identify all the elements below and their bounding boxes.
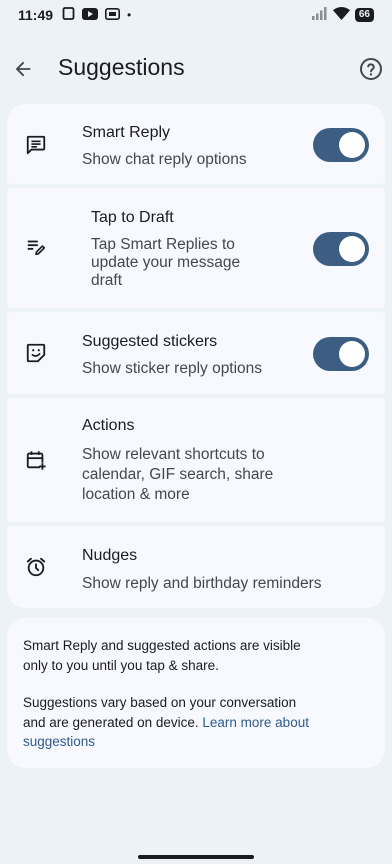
- help-icon: [360, 58, 382, 80]
- smart-reply-subtitle: Show chat reply options: [82, 151, 247, 168]
- alarm-icon: [24, 555, 48, 579]
- toggle-knob: [339, 236, 365, 262]
- nudges-title: Nudges: [82, 547, 138, 564]
- info-p2-line-2: and are generated on device. Learn more …: [23, 713, 373, 733]
- smart-reply-title: Smart Reply: [82, 124, 171, 141]
- learn-more-link[interactable]: Learn more about: [202, 715, 309, 730]
- actions-subtitle-line-2: calendar, GIF search, share: [82, 466, 274, 483]
- sticker-icon: [24, 341, 48, 365]
- gesture-nav-handle[interactable]: [138, 855, 254, 859]
- status-left: 11:49 •: [18, 7, 131, 23]
- actions-title: Actions: [82, 417, 135, 434]
- tap-to-draft-title: Tap to Draft: [91, 209, 174, 226]
- actions-subtitle-line-3: location & more: [82, 486, 190, 503]
- edit-notes-icon: [24, 235, 48, 259]
- back-button[interactable]: [9, 49, 37, 89]
- status-right: 66: [311, 7, 374, 23]
- smart-reply-text: Smart Reply Show chat reply options: [82, 123, 247, 169]
- youtube-notification-icon: [82, 7, 99, 23]
- signal-icon: [311, 7, 328, 23]
- smart-reply-toggle[interactable]: [313, 128, 369, 162]
- screen: 11:49 • 66 Suggestions Smart Reply Show …: [0, 0, 392, 864]
- status-time: 11:49: [18, 7, 54, 23]
- app-bar: Suggestions: [0, 44, 392, 94]
- tap-to-draft-subtitle-line-3: draft: [91, 272, 123, 289]
- suggested-stickers-subtitle: Show sticker reply options: [82, 360, 263, 377]
- actions-subtitle-line-1: Show relevant shortcuts to: [82, 446, 265, 463]
- suggested-stickers-toggle[interactable]: [313, 337, 369, 371]
- info-card: Smart Reply and suggested actions are vi…: [7, 618, 385, 768]
- info-p1-line-1: Smart Reply and suggested actions are vi…: [23, 638, 301, 653]
- calendar-add-icon: [24, 448, 48, 472]
- help-button[interactable]: [358, 56, 384, 82]
- status-bar: 11:49 • 66: [0, 0, 392, 30]
- toggle-knob: [339, 341, 365, 367]
- tap-to-draft-toggle[interactable]: [313, 232, 369, 266]
- learn-more-link-continued[interactable]: suggestions: [23, 732, 373, 752]
- info-p1-line-2: only to you until you tap & share.: [23, 657, 219, 673]
- info-paragraph-2: Suggestions vary based on your conversat…: [23, 693, 373, 752]
- settings-list: Smart Reply Show chat reply options Tap …: [7, 104, 385, 608]
- suggested-stickers-text: Suggested stickers Show sticker reply op…: [82, 332, 262, 378]
- actions-text: Actions Show relevant shortcuts to calen…: [82, 416, 273, 505]
- cast-notification-icon: [105, 7, 121, 23]
- nudges-text: Nudges Show reply and birthday reminders: [82, 546, 322, 593]
- more-notifications-dot: •: [127, 8, 132, 22]
- nudges-subtitle: Show reply and birthday reminders: [82, 575, 322, 592]
- smart-reply-row[interactable]: Smart Reply Show chat reply options: [7, 104, 385, 184]
- suggested-stickers-row[interactable]: Suggested stickers Show sticker reply op…: [7, 312, 385, 394]
- tap-to-draft-text: Tap to Draft Tap Smart Replies to update…: [82, 208, 240, 290]
- info-p2-line-1: Suggestions vary based on your conversat…: [23, 695, 297, 710]
- info-paragraph-1: Smart Reply and suggested actions are vi…: [23, 636, 373, 675]
- arrow-back-icon: [15, 61, 31, 77]
- tap-to-draft-row[interactable]: Tap to Draft Tap Smart Replies to update…: [7, 188, 385, 308]
- info-p2-line-2-text: and are generated on device.: [23, 714, 203, 730]
- wifi-icon: [332, 7, 350, 23]
- battery-indicator: 66: [354, 8, 374, 22]
- screenshot-notification-icon: [62, 7, 75, 23]
- tap-to-draft-subtitle-line-1: Tap Smart Replies to: [91, 236, 235, 253]
- page-title: Suggestions: [58, 54, 185, 80]
- chat-icon: [24, 133, 48, 157]
- toggle-knob: [339, 132, 365, 158]
- suggested-stickers-title: Suggested stickers: [82, 333, 218, 350]
- nudges-row[interactable]: Nudges Show reply and birthday reminders: [7, 526, 385, 608]
- tap-to-draft-subtitle-line-2: update your message: [91, 254, 241, 271]
- actions-row[interactable]: Actions Show relevant shortcuts to calen…: [7, 398, 385, 522]
